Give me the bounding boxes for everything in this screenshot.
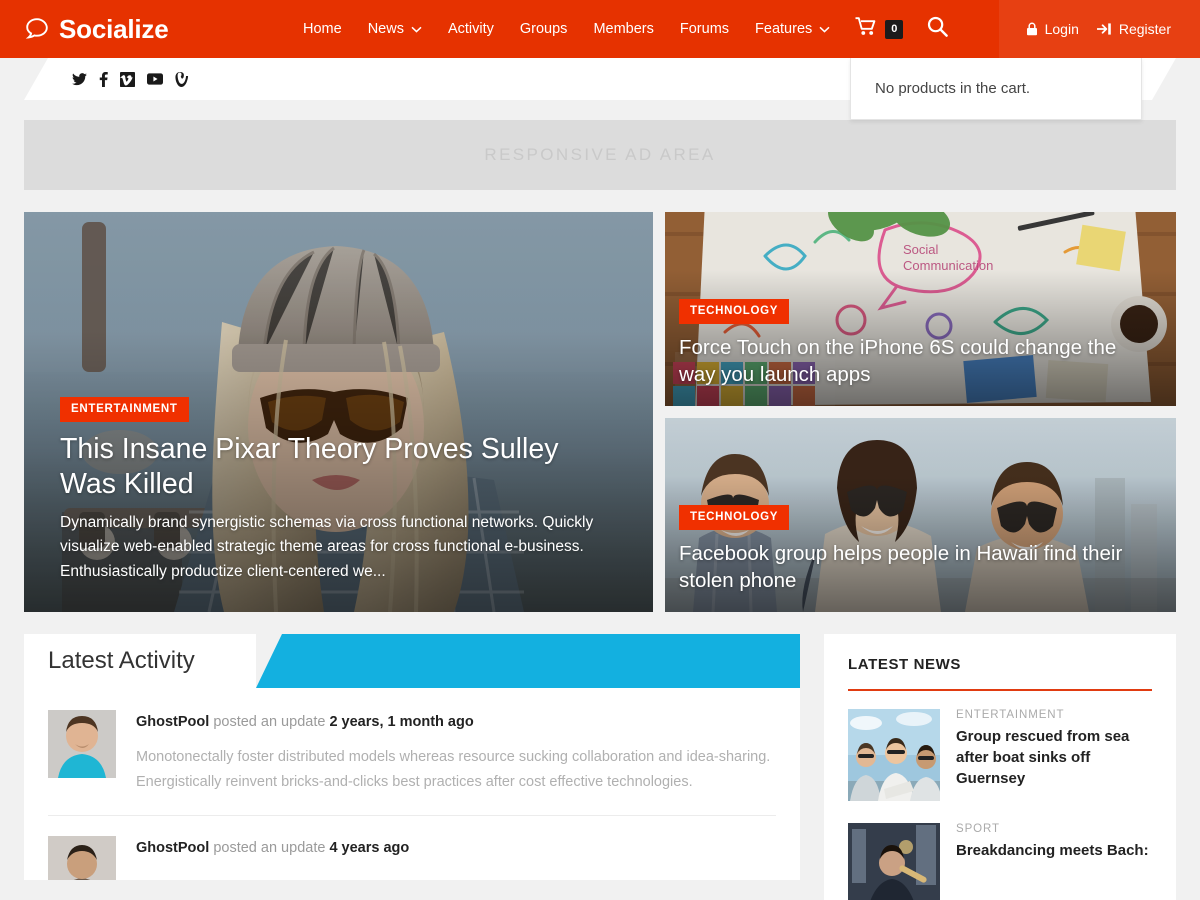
- vimeo-icon[interactable]: [120, 72, 135, 87]
- activity-content: GhostPool posted an update 4 years ago: [136, 836, 776, 880]
- lower-section: Latest Activity GhostPool posted an upda…: [24, 634, 1176, 900]
- news-item[interactable]: SPORT Breakdancing meets Bach:: [848, 823, 1152, 900]
- cart-count-badge: 0: [885, 19, 904, 39]
- news-item[interactable]: ENTERTAINMENT Group rescued from sea aft…: [848, 709, 1152, 823]
- latest-activity-title: Latest Activity: [24, 634, 256, 688]
- news-thumbnail[interactable]: [848, 709, 940, 801]
- nav-label: Members: [593, 21, 654, 37]
- sign-in-icon: [1096, 22, 1112, 36]
- featured-main-title[interactable]: This Insane Pixar Theory Proves Sulley W…: [60, 432, 617, 502]
- widget-rule: [848, 689, 1152, 691]
- nav-item-features[interactable]: Features: [742, 0, 843, 58]
- nav-item-activity[interactable]: Activity: [435, 0, 507, 58]
- news-category[interactable]: SPORT: [956, 823, 1149, 835]
- news-text: SPORT Breakdancing meets Bach:: [956, 823, 1149, 900]
- news-text: ENTERTAINMENT Group rescued from sea aft…: [956, 709, 1152, 801]
- lock-icon: [1026, 22, 1038, 36]
- youtube-icon[interactable]: [147, 73, 163, 85]
- latest-activity-accent-bar: [256, 634, 800, 688]
- chat-bubble-icon: [24, 16, 50, 42]
- activity-timestamp: 4 years ago: [329, 840, 410, 856]
- social-icon-list: [72, 72, 189, 87]
- latest-activity-header: Latest Activity: [24, 634, 800, 688]
- activity-user[interactable]: GhostPool: [136, 714, 209, 730]
- activity-meta: GhostPool posted an update 4 years ago: [136, 838, 776, 858]
- widget-title: LATEST NEWS: [848, 656, 961, 673]
- vine-icon[interactable]: [175, 72, 189, 87]
- nav-label: News: [367, 21, 404, 37]
- auth-area: Login Register: [998, 0, 1200, 58]
- nav-item-forums[interactable]: Forums: [667, 0, 742, 58]
- nav-label: Activity: [447, 21, 494, 37]
- activity-action: posted an update: [209, 714, 330, 730]
- news-title[interactable]: Group rescued from sea after boat sinks …: [956, 726, 1152, 789]
- activity-item[interactable]: GhostPool posted an update 4 years ago: [48, 836, 776, 880]
- featured-side-article-2[interactable]: TECHNOLOGY Facebook group helps people i…: [665, 418, 1176, 612]
- site-header: Socialize Home News Activity Groups Memb…: [0, 0, 1200, 120]
- activity-divider: [48, 815, 776, 816]
- twitter-icon[interactable]: [72, 73, 87, 86]
- nav-label: Forums: [679, 21, 730, 37]
- featured-main-category-badge[interactable]: ENTERTAINMENT: [60, 396, 189, 422]
- chevron-down-icon: [411, 26, 422, 33]
- nav-item-home[interactable]: Home: [290, 0, 355, 58]
- activity-body-text: Monotonectally foster distributed models…: [136, 749, 771, 790]
- register-label: Register: [1118, 21, 1171, 37]
- cart-button[interactable]: 0: [843, 0, 913, 58]
- cart-dropdown: No products in the cart.: [850, 58, 1142, 120]
- featured-side-title-2[interactable]: Facebook group helps people in Hawaii fi…: [679, 540, 1152, 594]
- featured-side-title-1[interactable]: Force Touch on the iPhone 6S could chang…: [679, 334, 1152, 388]
- news-category[interactable]: ENTERTAINMENT: [956, 709, 1152, 721]
- news-thumbnail[interactable]: [848, 823, 940, 900]
- main-navigation: Home News Activity Groups Members Forums…: [290, 0, 989, 58]
- facebook-icon[interactable]: [99, 72, 108, 87]
- featured-side-category-badge-2[interactable]: TECHNOLOGY: [679, 505, 790, 530]
- chevron-down-icon: [819, 26, 830, 33]
- avatar[interactable]: [48, 710, 116, 778]
- featured-side-content-2: TECHNOLOGY Facebook group helps people i…: [679, 505, 1152, 594]
- activity-item[interactable]: GhostPool posted an update 2 years, 1 mo…: [48, 710, 776, 815]
- featured-articles-grid: ENTERTAINMENT This Insane Pixar Theory P…: [24, 212, 1176, 612]
- ad-placeholder-text: RESPONSIVE AD AREA: [484, 145, 716, 164]
- activity-user[interactable]: GhostPool: [136, 840, 209, 856]
- login-label: Login: [1044, 21, 1079, 37]
- activity-content: GhostPool posted an update 2 years, 1 mo…: [136, 710, 776, 795]
- nav-label: Features: [755, 21, 813, 37]
- search-icon: [927, 16, 949, 42]
- login-button[interactable]: Login: [1017, 21, 1088, 37]
- search-button[interactable]: [913, 0, 962, 58]
- featured-main-article[interactable]: ENTERTAINMENT This Insane Pixar Theory P…: [24, 212, 653, 612]
- featured-main-excerpt: Dynamically brand synergistic schemas vi…: [60, 513, 594, 580]
- featured-side-article-1[interactable]: SocialCommunication: [665, 212, 1176, 406]
- site-logo[interactable]: Socialize: [0, 14, 290, 45]
- featured-side-category-badge-1[interactable]: TECHNOLOGY: [679, 299, 790, 324]
- nav-item-groups[interactable]: Groups: [507, 0, 581, 58]
- latest-activity-list: GhostPool posted an update 2 years, 1 mo…: [24, 688, 800, 880]
- news-title[interactable]: Breakdancing meets Bach:: [956, 840, 1149, 861]
- cart-empty-message: No products in the cart.: [875, 80, 1031, 97]
- latest-activity-panel: Latest Activity GhostPool posted an upda…: [24, 634, 800, 900]
- nav-label: Home: [303, 21, 342, 37]
- activity-action: posted an update: [209, 840, 330, 856]
- nav-item-members[interactable]: Members: [580, 0, 666, 58]
- featured-main-content: ENTERTAINMENT This Insane Pixar Theory P…: [60, 396, 617, 585]
- nav-item-news[interactable]: News: [355, 0, 435, 58]
- shopping-cart-icon: [855, 17, 877, 41]
- featured-side-content-1: TECHNOLOGY Force Touch on the iPhone 6S …: [679, 299, 1152, 388]
- site-title: Socialize: [59, 13, 169, 44]
- responsive-ad-area: RESPONSIVE AD AREA: [24, 120, 1176, 190]
- latest-news-widget: LATEST NEWS ENTERTAINMENT Group rescued …: [824, 634, 1176, 900]
- featured-side-column: SocialCommunication: [665, 212, 1176, 612]
- register-button[interactable]: Register: [1088, 21, 1180, 37]
- nav-label: Groups: [519, 21, 568, 37]
- avatar[interactable]: [48, 836, 116, 880]
- activity-meta: GhostPool posted an update 2 years, 1 mo…: [136, 712, 776, 732]
- activity-timestamp: 2 years, 1 month ago: [329, 714, 474, 730]
